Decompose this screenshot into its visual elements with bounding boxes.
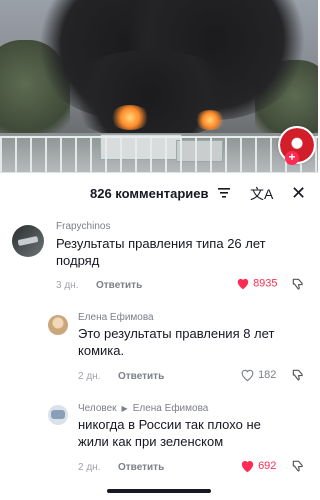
comment-text-line: жили как при зеленском bbox=[78, 434, 224, 449]
comment-text-line: Это результаты правления 8 лет bbox=[78, 326, 275, 341]
like-count: 8935 bbox=[253, 277, 278, 290]
comments-header: 826 комментариев 文A ✕ bbox=[0, 173, 318, 213]
comment-username[interactable]: Frapychinos bbox=[56, 221, 110, 232]
comment-text: Это результаты правления 8 лет комика. bbox=[78, 325, 274, 359]
reply-button[interactable]: Ответить bbox=[118, 462, 164, 473]
comment-text-line: комика. bbox=[78, 343, 125, 358]
reply-target[interactable]: Елена Ефимова bbox=[133, 403, 209, 414]
like-button[interactable]: 8935 bbox=[236, 277, 278, 290]
avatar[interactable] bbox=[12, 225, 44, 257]
reply-author[interactable]: Человек bbox=[78, 403, 117, 414]
dislike-icon[interactable] bbox=[291, 368, 305, 382]
comment-text: Результаты правления типа 26 лет подряд bbox=[56, 235, 266, 269]
avatar[interactable] bbox=[48, 315, 68, 335]
dislike-icon[interactable] bbox=[291, 459, 305, 473]
comment-time: 2 дн. bbox=[78, 462, 101, 473]
reply-arrow-icon: ▶ bbox=[119, 404, 130, 413]
comment-username[interactable]: Елена Ефимова bbox=[78, 312, 154, 323]
comment-text-line: никогда в России так плохо не bbox=[78, 417, 261, 432]
translate-icon[interactable]: 文A bbox=[250, 184, 273, 204]
reply-button[interactable]: Ответить bbox=[118, 371, 164, 382]
avatar[interactable] bbox=[48, 405, 68, 425]
reply-button[interactable]: Ответить bbox=[96, 280, 142, 291]
follow-plus-icon[interactable]: + bbox=[285, 151, 299, 165]
comment-text: никогда в России так плохо не жили как п… bbox=[78, 416, 261, 450]
comment-time: 3 дн. bbox=[56, 280, 79, 291]
fire-glow bbox=[195, 110, 225, 130]
comment-username: Человек ▶ Елена Ефимова bbox=[78, 403, 208, 414]
like-count: 692 bbox=[258, 459, 277, 472]
comment-time: 2 дн. bbox=[78, 371, 101, 382]
fire-glow bbox=[110, 105, 150, 130]
like-count: 182 bbox=[258, 368, 277, 381]
comment-text-line: Результаты правления типа 26 лет bbox=[56, 236, 266, 251]
like-button[interactable]: 182 bbox=[240, 368, 276, 382]
heart-filled-icon bbox=[237, 278, 249, 290]
video-background[interactable]: + bbox=[0, 0, 318, 173]
heart-filled-icon bbox=[241, 461, 254, 473]
railing bbox=[0, 136, 318, 173]
comment-text-line: подряд bbox=[56, 253, 100, 268]
comment-item: Человек ▶ Елена Ефимова никогда в России… bbox=[0, 395, 318, 475]
home-indicator[interactable] bbox=[107, 489, 211, 493]
comment-item: Елена Ефимова Это результаты правления 8… bbox=[0, 305, 318, 385]
filter-icon[interactable] bbox=[218, 188, 230, 198]
like-button[interactable]: 692 bbox=[240, 459, 276, 473]
dislike-icon[interactable] bbox=[291, 277, 305, 291]
close-icon[interactable]: ✕ bbox=[291, 183, 306, 204]
comment-item: Frapychinos Результаты правления типа 26… bbox=[0, 215, 318, 295]
comments-sheet: 826 комментариев 文A ✕ Frapychinos Резуль… bbox=[0, 173, 318, 500]
comments-count-title: 826 комментариев bbox=[90, 186, 209, 201]
heart-outline-icon bbox=[241, 369, 254, 382]
